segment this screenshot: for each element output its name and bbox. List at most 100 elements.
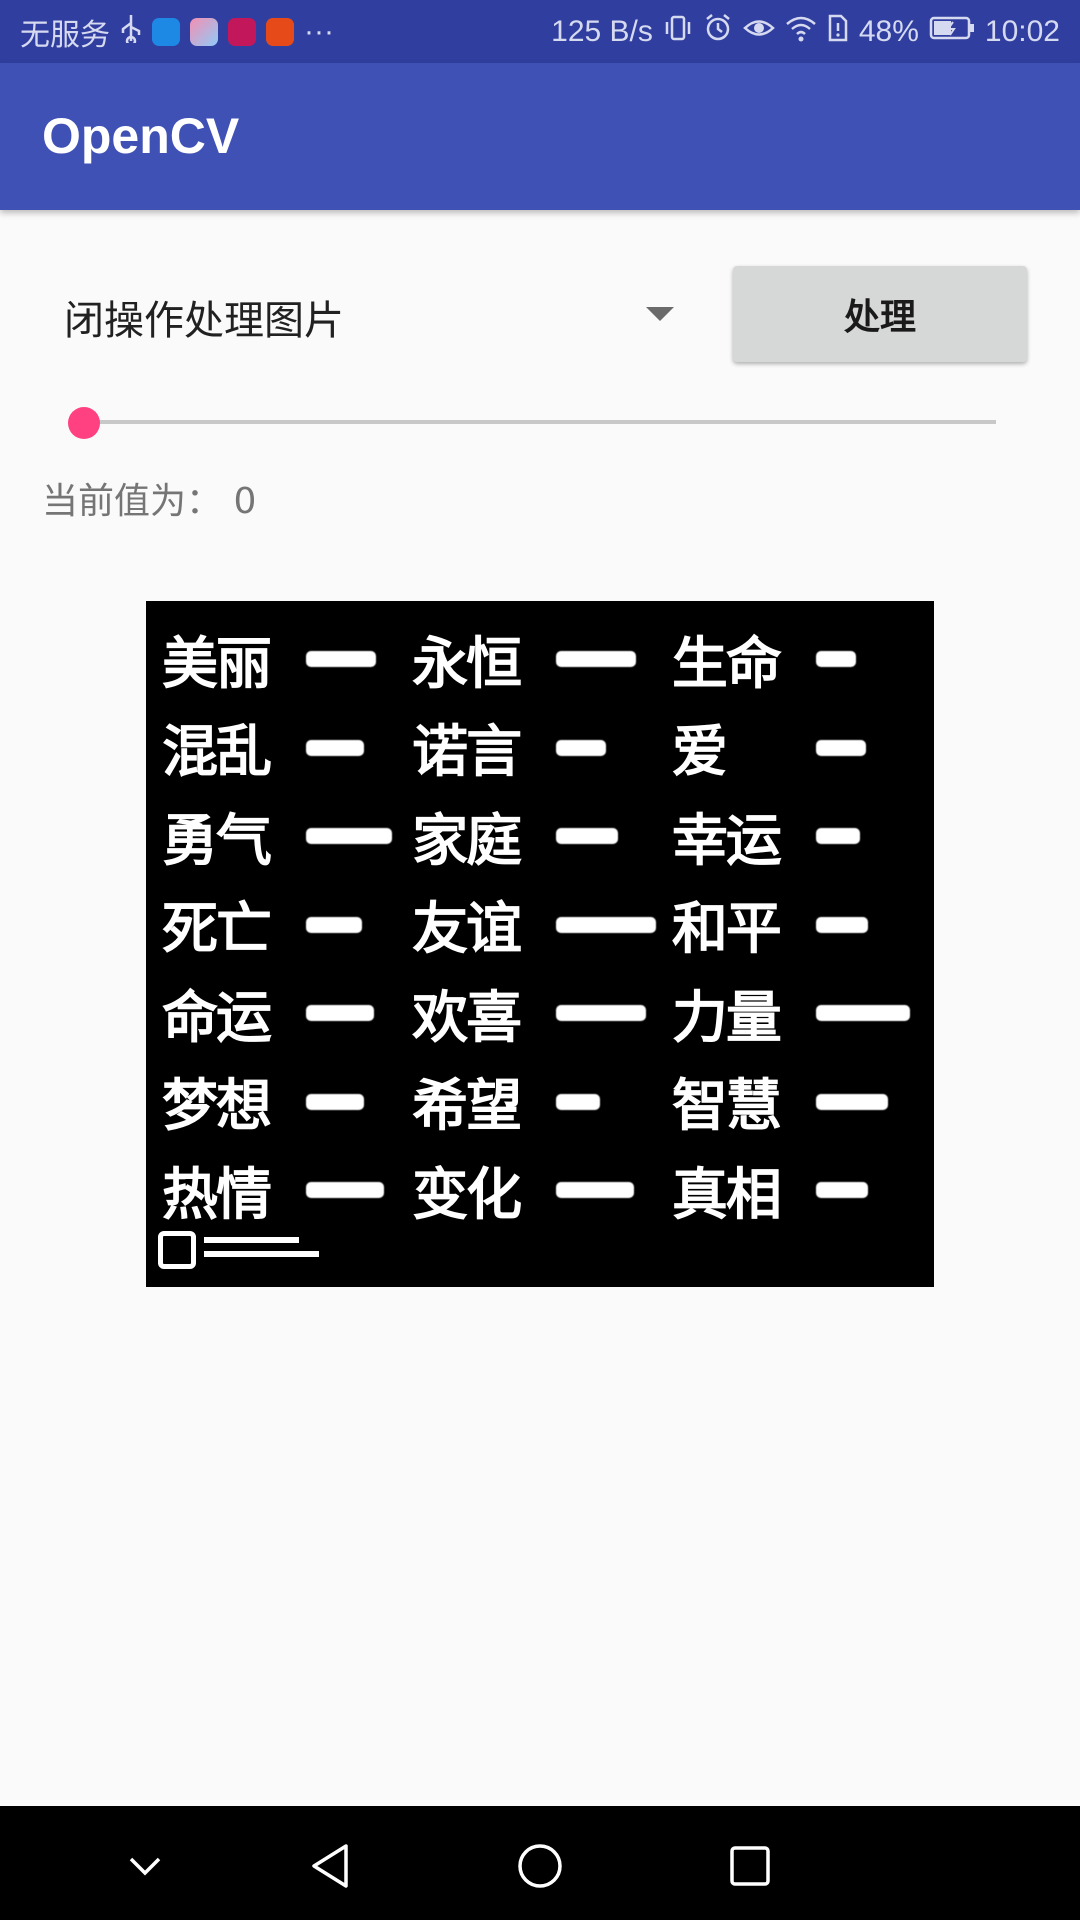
spinner-selected-text: 闭操作处理图片 [64,298,344,344]
battery-icon [929,15,975,49]
chinese-word: 永恒 [412,630,522,697]
seekbar-track[interactable] [84,420,996,424]
status-bar: 无服务 ··· 125 B/s 48% 10:02 [0,0,1080,63]
wifi-icon [785,13,817,51]
english-word-blob [556,739,607,756]
sim-alert-icon [827,13,849,51]
english-word-blob [815,739,866,756]
chinese-word: 爱 [671,719,728,786]
eye-icon [743,13,775,51]
home-icon[interactable] [510,1836,570,1896]
chinese-word: 梦想 [162,1073,272,1140]
word-row: 混乱 诺言 爱 [162,704,922,793]
english-word-blob [815,916,868,933]
chinese-word: 欢喜 [412,984,522,1051]
english-word-blob [556,1005,647,1022]
english-word-blob [556,828,619,845]
word-row: 命运 欢喜 力量 [162,969,922,1058]
english-word-blob [306,916,362,933]
current-value-label: 当前值为： 0 [42,481,257,522]
english-word-blob [306,1005,374,1022]
chinese-word: 真相 [671,1161,782,1228]
app-toolbar: OpenCV [0,63,1080,210]
chinese-word: 友谊 [412,896,522,963]
chinese-word: 诺言 [412,719,522,786]
chinese-word: 希望 [412,1073,522,1140]
word-cell: 智慧 [672,1061,922,1142]
word-cell: 和平 [672,884,922,965]
word-row: 热情 变化 真相 [162,1146,922,1235]
huawei-app-icon [228,17,256,46]
word-cell: 家庭 [412,796,672,877]
chinese-word: 幸运 [671,807,782,874]
english-word-blob [556,1093,601,1110]
alarm-icon [703,13,733,51]
english-word-blob [306,651,376,668]
chevron-down-icon[interactable] [115,1836,175,1896]
carrier-text: 无服务 [20,18,110,52]
word-cell: 变化 [412,1150,672,1231]
word-cell: 命运 [162,973,412,1054]
word-cell: 希望 [412,1061,672,1142]
word-grid: 美丽 永恒 生命混乱 诺言 爱勇气 家庭 幸运死亡 友谊 和平命运 欢喜 力量梦想 希望 智慧热情 变化 真… [162,615,922,1235]
english-word-blob [815,651,856,668]
word-row: 死亡 友谊 和平 [162,881,922,970]
chinese-word: 勇气 [162,807,272,874]
word-row: 美丽 永恒 生命 [162,615,922,704]
english-word-blob [815,1005,910,1022]
word-cell: 友谊 [412,884,672,965]
chinese-word: 智慧 [671,1073,782,1140]
watermark-text-lines [204,1237,324,1265]
battery-percent-text: 48% [858,14,919,48]
chinese-word: 力量 [671,984,782,1051]
word-cell: 爱 [672,707,922,788]
word-cell: 美丽 [162,619,412,700]
browser-app-icon [152,17,180,46]
english-word-blob [306,739,364,756]
operation-spinner[interactable]: 闭操作处理图片 [42,262,682,362]
word-cell: 死亡 [162,884,412,965]
clock-text: 10:02 [984,14,1060,48]
gallery-app-icon [190,17,218,46]
network-speed-text: 125 B/s [551,14,653,48]
back-icon[interactable] [300,1836,360,1896]
watermark-logo-icon [158,1231,196,1269]
process-button[interactable]: 处理 [733,266,1027,362]
chinese-word: 死亡 [162,896,272,963]
word-cell: 幸运 [672,796,922,877]
chinese-word: 美丽 [162,630,272,697]
chinese-word: 变化 [412,1161,522,1228]
chinese-word: 命运 [162,984,272,1051]
word-cell: 欢喜 [412,973,672,1054]
recents-icon[interactable] [720,1836,780,1896]
english-word-blob [815,1182,868,1199]
word-cell: 诺言 [412,707,672,788]
chinese-word: 生命 [671,630,782,697]
chinese-word: 热情 [162,1161,272,1228]
english-word-blob [306,828,392,845]
dropdown-arrow-icon [646,307,674,321]
word-cell: 梦想 [162,1061,412,1142]
word-cell: 真相 [672,1150,922,1231]
word-row: 勇气 家庭 幸运 [162,792,922,881]
status-right: 125 B/s 48% 10:02 [551,13,1060,51]
more-notifications-text: ··· [304,14,334,48]
word-row: 梦想 希望 智慧 [162,1058,922,1147]
word-cell: 永恒 [412,619,672,700]
processed-image: 美丽 永恒 生命混乱 诺言 爱勇气 家庭 幸运死亡 友谊 和平命运 欢喜 力量梦想 希望 智慧热情 变化 真… [146,601,934,1287]
word-cell: 混乱 [162,707,412,788]
english-word-blob [815,1093,888,1110]
english-word-blob [556,651,637,668]
word-cell: 力量 [672,973,922,1054]
toolbar-title: OpenCV [42,108,240,164]
status-left: 无服务 ··· [20,10,334,54]
word-cell: 勇气 [162,796,412,877]
vibrate-icon [663,13,693,51]
english-word-blob [556,1182,635,1199]
seekbar-thumb[interactable] [68,407,100,439]
english-word-blob [556,916,657,933]
video-app-icon [266,17,294,46]
word-cell: 生命 [672,619,922,700]
chinese-word: 和平 [671,896,782,963]
english-word-blob [306,1182,384,1199]
